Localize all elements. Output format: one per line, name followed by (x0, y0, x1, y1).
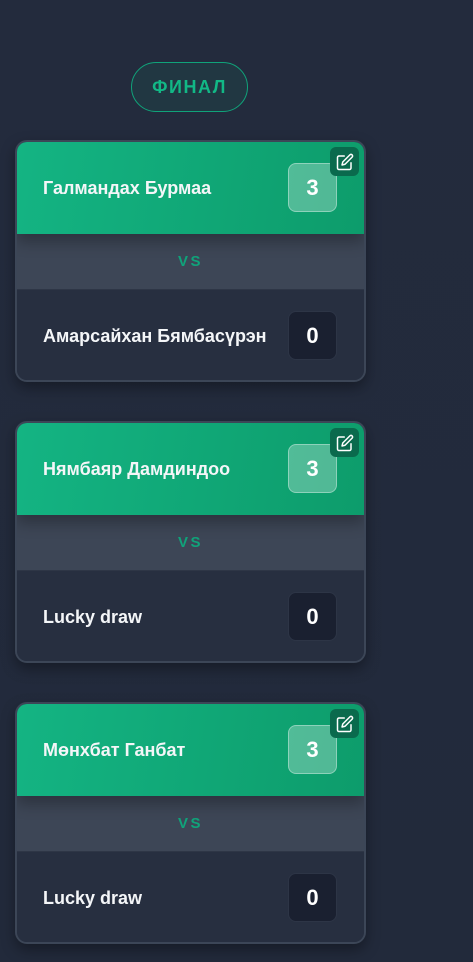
winner-name: Мөнхбат Ганбат (43, 739, 186, 760)
loser-row: Амарсайхан Бямбасүрэн 0 (17, 290, 364, 380)
loser-name: Lucky draw (43, 606, 143, 627)
match-card: Галмандах Бурмаа 3 VS Амарсайхан Бямбасү… (15, 140, 366, 382)
winner-row: Нямбаяр Дамдиндоо 3 (17, 423, 364, 515)
winner-name: Галмандах Бурмаа (43, 177, 212, 198)
vs-divider: VS (17, 515, 364, 571)
vs-divider: VS (17, 234, 364, 290)
loser-score: 0 (288, 311, 337, 360)
vs-label: VS (177, 253, 203, 270)
edit-icon (336, 153, 353, 170)
loser-score: 0 (288, 873, 337, 922)
loser-row: Lucky draw 0 (17, 571, 364, 661)
winner-name: Нямбаяр Дамдиндоо (43, 458, 231, 479)
vs-divider: VS (17, 796, 364, 852)
edit-match-button[interactable] (330, 709, 359, 738)
edit-match-button[interactable] (330, 428, 359, 457)
edit-match-button[interactable] (330, 147, 359, 176)
bracket-view: ФИНАЛ Галмандах Бурмаа 3 VS Амарсайхан Б… (0, 0, 473, 962)
loser-name: Lucky draw (43, 887, 143, 908)
edit-icon (336, 715, 353, 732)
winner-row: Мөнхбат Ганбат 3 (17, 704, 364, 796)
loser-name: Амарсайхан Бямбасүрэн (43, 325, 267, 346)
vs-label: VS (177, 815, 203, 832)
edit-icon (336, 434, 353, 451)
winner-row: Галмандах Бурмаа 3 (17, 142, 364, 234)
vs-label: VS (177, 534, 203, 551)
loser-row: Lucky draw 0 (17, 852, 364, 942)
match-card: Мөнхбат Ганбат 3 VS Lucky draw 0 (15, 702, 366, 944)
match-card: Нямбаяр Дамдиндоо 3 VS Lucky draw 0 (15, 421, 366, 663)
loser-score: 0 (288, 592, 337, 641)
round-label-final: ФИНАЛ (131, 62, 248, 112)
